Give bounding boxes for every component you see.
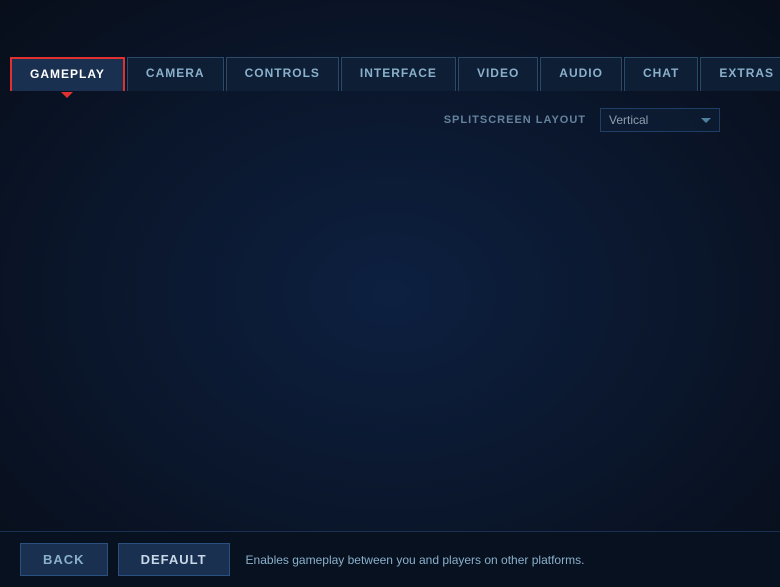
dropdown-arrow-icon xyxy=(701,118,711,123)
tab-camera[interactable]: CAMERA xyxy=(127,57,224,91)
footer-hint: Enables gameplay between you and players… xyxy=(246,553,585,567)
splitscreen-layout-dropdown[interactable]: Vertical xyxy=(600,108,720,132)
tab-extras[interactable]: EXTRAS xyxy=(700,57,780,91)
tab-controls[interactable]: CONTROLS xyxy=(226,57,339,91)
splitscreen-layout-row: SPLITSCREEN LAYOUT Vertical xyxy=(60,101,720,139)
splitscreen-layout-label: SPLITSCREEN LAYOUT xyxy=(444,114,586,126)
tab-video[interactable]: VIDEO xyxy=(458,57,538,91)
tab-chat[interactable]: CHAT xyxy=(624,57,698,91)
splitscreen-layout-value: Vertical xyxy=(609,113,695,127)
default-button[interactable]: DEFAULT xyxy=(118,543,230,576)
tab-interface[interactable]: INTERFACE xyxy=(341,57,456,91)
tab-audio[interactable]: AUDIO xyxy=(540,57,622,91)
bottom-bar: BACK DEFAULT Enables gameplay between yo… xyxy=(0,531,780,587)
tab-bar: GAMEPLAY CAMERA CONTROLS INTERFACE VIDEO… xyxy=(0,56,780,91)
back-button[interactable]: BACK xyxy=(20,543,108,576)
tab-gameplay[interactable]: GAMEPLAY xyxy=(10,57,125,91)
